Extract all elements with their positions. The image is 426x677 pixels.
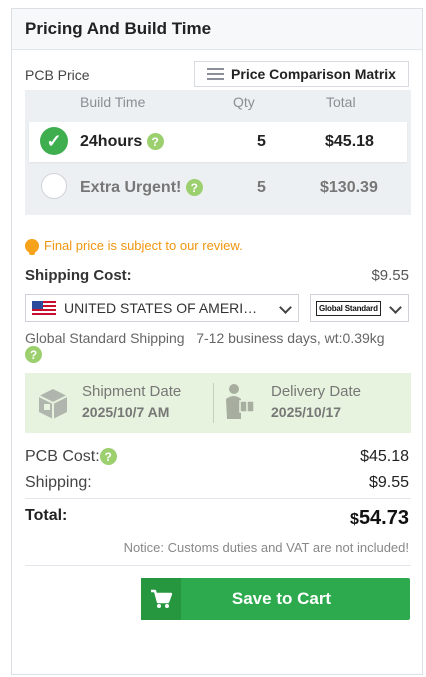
cart-icon	[141, 578, 181, 620]
row-build-time-extra-urgent: Extra Urgent! ?	[80, 179, 203, 197]
country-select-value: UNITED STATES OF AMERI…	[64, 300, 258, 316]
shipping-summary-value: $9.55	[368, 474, 409, 491]
total-label: Total:	[25, 507, 68, 524]
row-total-extra-urgent: $130.39	[320, 179, 378, 196]
pcb-cost-label: PCB Cost:	[25, 448, 100, 465]
shipping-info: Global Standard Shipping 7-12 business d…	[25, 330, 385, 346]
price-comparison-matrix-label: Price Comparison Matrix	[231, 66, 396, 82]
shipping-info-detail: 7-12 business days, wt:0.39kg	[196, 330, 385, 346]
us-flag-icon	[32, 300, 56, 316]
panel-title: Pricing And Build Time	[12, 9, 422, 50]
row-qty-24hours: 5	[257, 133, 266, 150]
delivery-date-value: 2025/10/17	[271, 404, 342, 420]
shipping-cost-label: Shipping Cost:	[25, 267, 132, 284]
total-amount: $54.73	[350, 507, 409, 530]
total-value: 54.73	[358, 507, 409, 529]
row-total-24hours: $45.18	[325, 133, 374, 150]
delivery-person-icon	[226, 384, 255, 419]
customs-notice: Notice: Customs duties and VAT are not i…	[123, 540, 409, 555]
save-to-cart-button[interactable]: Save to Cart	[141, 578, 410, 620]
notice-divider	[25, 565, 411, 566]
column-header-build-time: Build Time	[80, 94, 146, 110]
dates-panel: Shipment Date 2025/10/7 AM Delivery Date…	[25, 373, 411, 433]
column-header-qty: Qty	[233, 94, 255, 110]
question-icon[interactable]: ?	[146, 133, 164, 151]
question-icon[interactable]: ?	[185, 179, 203, 197]
shipping-summary-label: Shipping:	[25, 474, 92, 491]
total-currency: $	[350, 511, 359, 528]
delivery-date-label: Delivery Date	[271, 383, 362, 400]
date-divider	[213, 383, 214, 423]
check-icon: ✓	[46, 130, 62, 151]
save-to-cart-label: Save to Cart	[231, 589, 332, 608]
pcb-cost-row: PCB Cost:?	[25, 448, 117, 466]
shipping-info-help[interactable]: ?	[25, 346, 42, 364]
country-select[interactable]: UNITED STATES OF AMERI…	[25, 294, 299, 322]
price-comparison-matrix-button[interactable]: Price Comparison Matrix	[194, 61, 409, 87]
shipping-cost-value: $9.55	[371, 267, 409, 284]
build-time-24hours-label: 24hours	[80, 133, 143, 150]
shipping-info-method: Global Standard Shipping	[25, 330, 185, 346]
question-icon[interactable]: ?	[99, 448, 117, 466]
column-header-total: Total	[326, 94, 356, 110]
radio-extra-urgent[interactable]	[41, 173, 67, 199]
summary-divider	[25, 498, 411, 499]
radio-selected-24hours[interactable]: ✓	[40, 127, 68, 155]
row-build-time-24hours: 24hours ?	[80, 133, 164, 151]
bulb-icon	[25, 238, 39, 255]
list-icon	[207, 68, 225, 80]
review-notice-text: Final price is subject to our review.	[44, 238, 243, 253]
shipment-date-value: 2025/10/7 AM	[82, 404, 170, 420]
shipping-method-logo: Global Standard	[316, 300, 381, 316]
pcb-cost-value: $45.18	[360, 448, 409, 465]
shipment-date-label: Shipment Date	[82, 383, 182, 400]
pricing-panel: Pricing And Build Time PCB Price Price C…	[11, 8, 423, 675]
shipping-method-select[interactable]: Global Standard	[310, 294, 409, 322]
question-icon[interactable]: ?	[25, 346, 42, 364]
pcb-price-label: PCB Price	[25, 67, 90, 83]
chevron-down-icon	[279, 301, 292, 314]
package-icon	[38, 389, 68, 419]
row-qty-extra-urgent: 5	[257, 179, 266, 196]
chevron-down-icon	[389, 301, 402, 314]
review-notice: Final price is subject to our review.	[25, 238, 243, 255]
build-time-extra-urgent-label: Extra Urgent!	[80, 179, 182, 196]
